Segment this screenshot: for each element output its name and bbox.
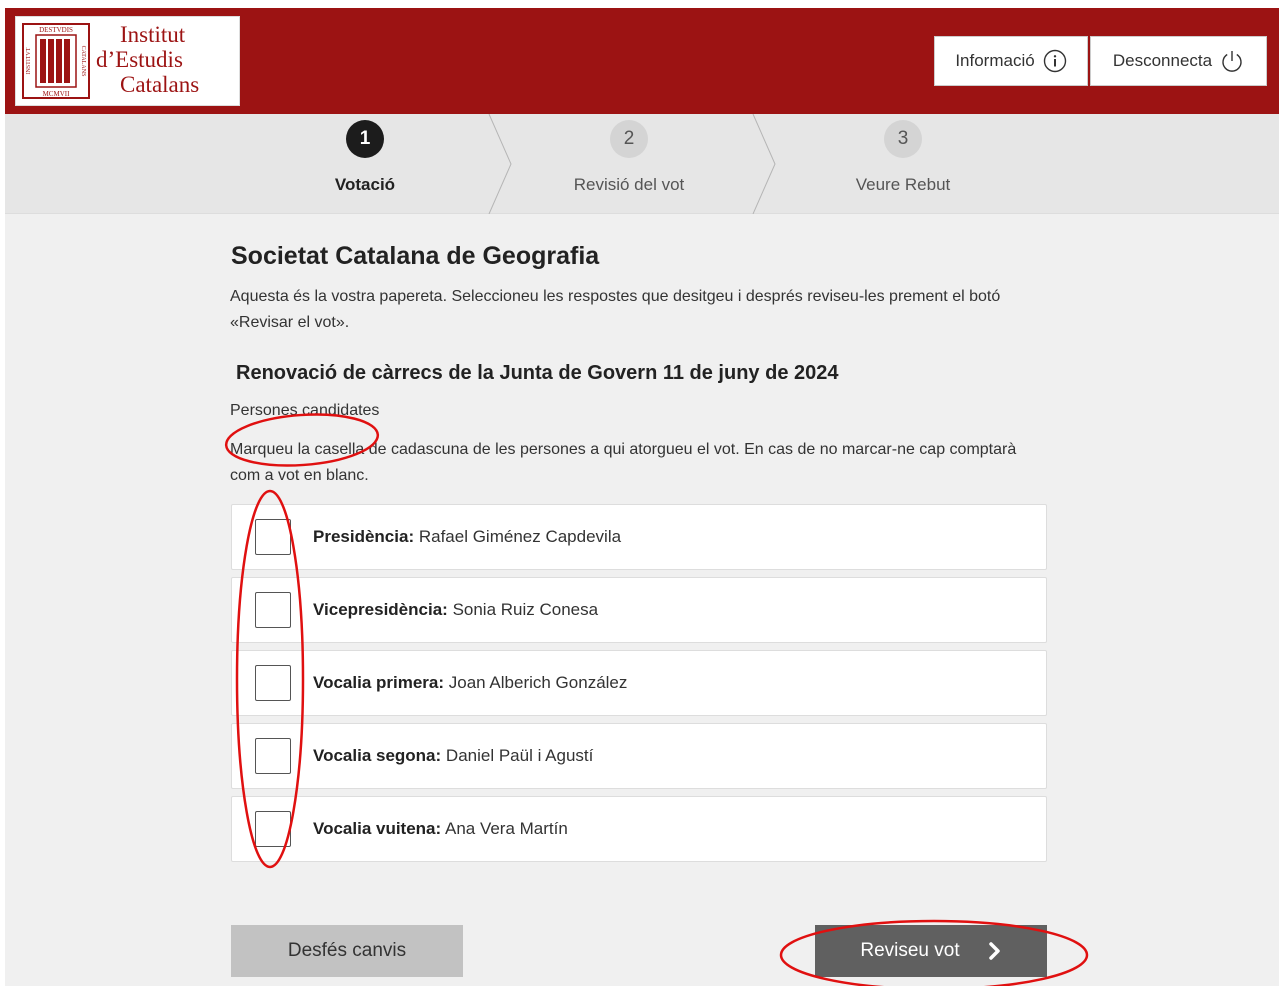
info-button[interactable]: Informació (934, 36, 1088, 86)
institut-logo[interactable]: DESTVDIS MCMVII INSTITVT CATALANS Instit… (15, 16, 240, 106)
power-icon (1222, 51, 1242, 72)
step-receipt: 3 Veure Rebut (823, 114, 983, 214)
candidate-checkbox[interactable] (255, 592, 291, 628)
ballot-intro: Aquesta és la vostra papereta. Seleccion… (230, 288, 1001, 331)
step-review: 2 Revisió del vot (549, 114, 709, 214)
candidate-checkbox[interactable] (255, 665, 291, 701)
election-title: Renovació de càrrecs de la Junta de Gove… (236, 362, 839, 384)
logo-line-1: Institut (120, 22, 186, 47)
info-icon (1043, 49, 1066, 73)
step-label: Veure Rebut (855, 175, 951, 194)
seal-icon: DESTVDIS MCMVII INSTITVT CATALANS (22, 23, 90, 99)
page-title: Societat Catalana de Geografia (231, 242, 600, 270)
step-voting: 1 Votació (305, 114, 425, 214)
candidate-checkbox[interactable] (255, 519, 291, 555)
candidate-role: Presidència: (313, 527, 415, 546)
candidate-option[interactable]: Vicepresidència: Sonia Ruiz Conesa (231, 577, 1047, 643)
candidate-name: Rafael Giménez Capdevila (418, 527, 622, 546)
candidate-text: Vicepresidència: Sonia Ruiz Conesa (313, 600, 598, 620)
candidate-option[interactable]: Vocalia primera: Joan Alberich González (231, 650, 1047, 716)
candidate-checkbox[interactable] (255, 738, 291, 774)
header-bar: DESTVDIS MCMVII INSTITVT CATALANS Instit… (5, 8, 1279, 114)
candidate-text: Vocalia vuitena: Ana Vera Martín (313, 819, 568, 839)
candidate-name: Daniel Paül i Agustí (445, 746, 594, 765)
step-separator (752, 114, 776, 214)
candidate-option[interactable]: Vocalia segona: Daniel Paül i Agustí (231, 723, 1047, 789)
progress-stepper: 1 Votació 2 Revisió del vot 3 Veure Rebu… (5, 114, 1279, 214)
logout-button[interactable]: Desconnecta (1090, 36, 1267, 86)
undo-changes-button[interactable]: Desfés canvis (231, 925, 463, 977)
svg-text:DESTVDIS: DESTVDIS (39, 26, 73, 34)
logo-line-3: Catalans (120, 72, 200, 97)
candidate-name: Sonia Ruiz Conesa (452, 600, 599, 619)
svg-text:INSTITVT: INSTITVT (26, 47, 32, 74)
step-number: 1 (346, 120, 384, 158)
candidate-option[interactable]: Presidència: Rafael Giménez Capdevila (231, 504, 1047, 570)
step-label: Votació (334, 175, 396, 194)
candidate-role: Vocalia primera: (313, 673, 445, 692)
review-vote-button[interactable]: Reviseu vot (815, 925, 1047, 977)
candidate-role: Vocalia vuitena: (313, 819, 442, 838)
candidate-name: Ana Vera Martín (444, 819, 568, 838)
step-number: 3 (884, 120, 922, 158)
info-button-label: Informació (955, 51, 1035, 70)
candidate-text: Vocalia segona: Daniel Paül i Agustí (313, 746, 593, 766)
ballot-instructions: Marqueu la casella de cadascuna de les p… (230, 441, 1017, 484)
step-label: Revisió del vot (573, 175, 685, 194)
candidate-checkbox[interactable] (255, 811, 291, 847)
candidates-label: Persones candidates (230, 402, 380, 419)
candidate-text: Vocalia primera: Joan Alberich González (313, 673, 627, 693)
candidate-role: Vicepresidència: (313, 600, 448, 619)
candidate-list: Presidència: Rafael Giménez Capdevila Vi… (231, 504, 1047, 869)
logo-wordmark: Institut d’Estudis Catalans (96, 22, 199, 97)
svg-text:CATALANS: CATALANS (80, 46, 86, 77)
review-button-label: Reviseu vot (860, 940, 960, 961)
candidate-option[interactable]: Vocalia vuitena: Ana Vera Martín (231, 796, 1047, 862)
step-separator (488, 114, 512, 214)
undo-button-label: Desfés canvis (287, 940, 407, 961)
candidate-text: Presidència: Rafael Giménez Capdevila (313, 527, 621, 547)
candidate-name: Joan Alberich González (448, 673, 628, 692)
step-number: 2 (610, 120, 648, 158)
logo-line-2: d’Estudis (96, 47, 183, 72)
chevron-right-icon (988, 942, 1000, 960)
svg-text:MCMVII: MCMVII (43, 90, 71, 98)
candidate-role: Vocalia segona: (313, 746, 442, 765)
logout-button-label: Desconnecta (1112, 51, 1213, 70)
